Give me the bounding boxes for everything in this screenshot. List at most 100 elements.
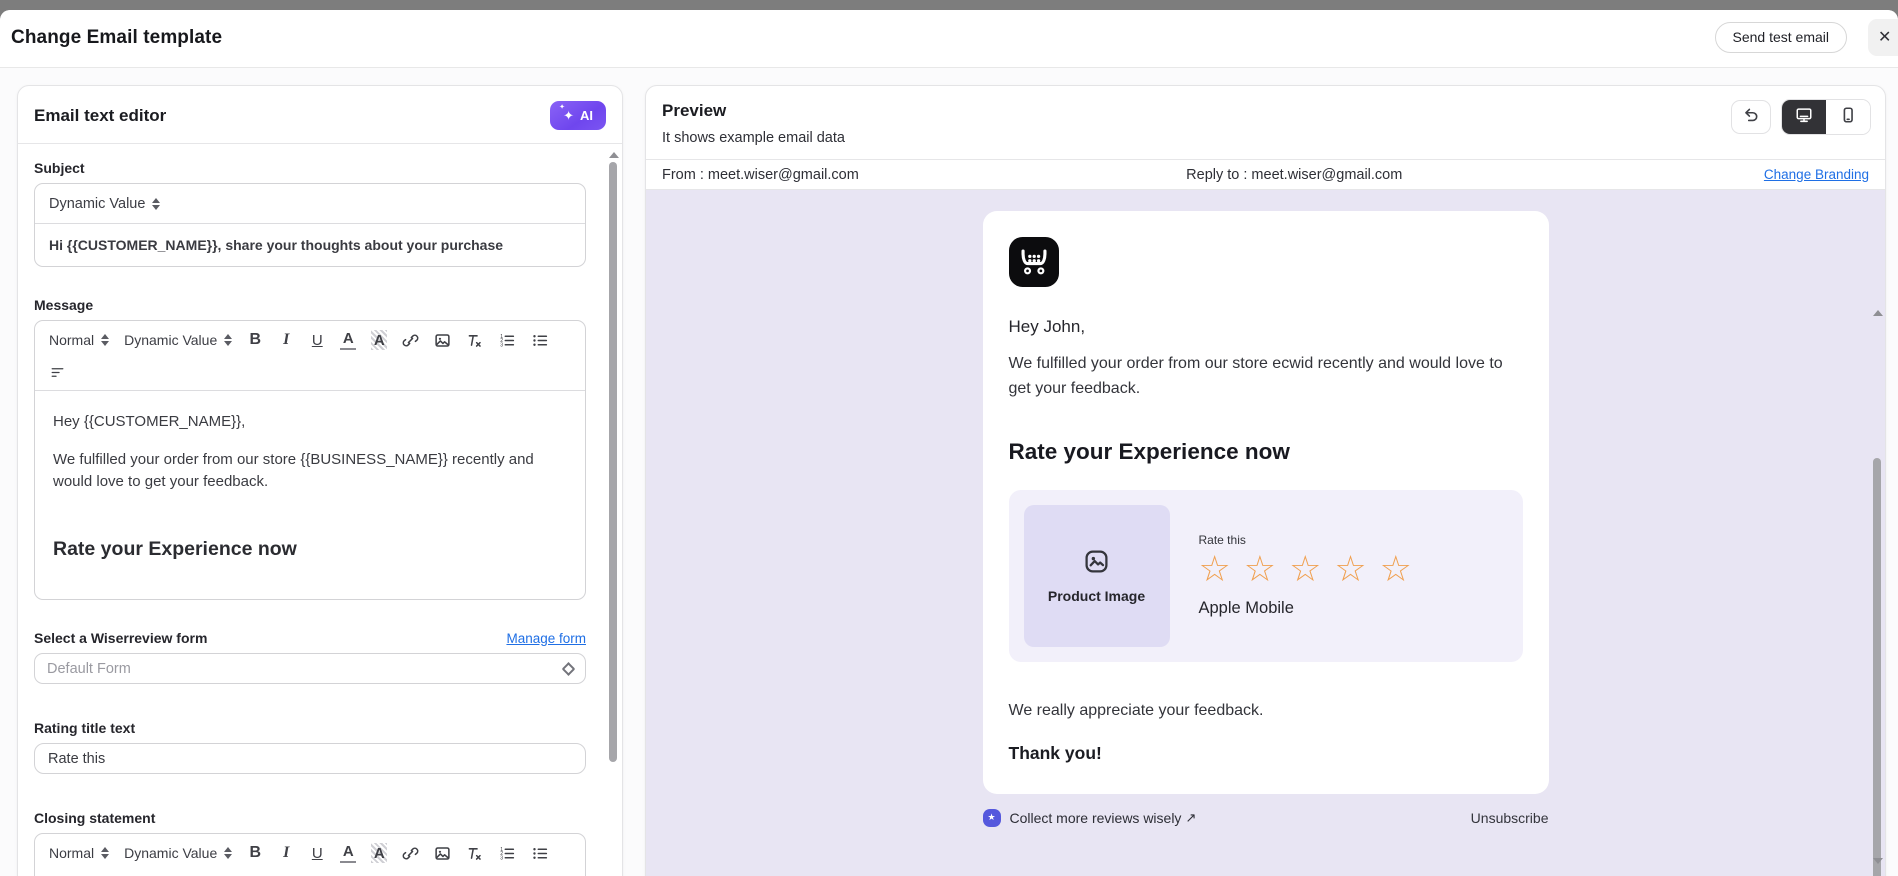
form-select-label: Select a Wiserreview form <box>34 630 207 646</box>
email-greeting: Hey John, <box>1009 317 1523 337</box>
form-select[interactable]: Default Form <box>34 653 586 684</box>
image-icon[interactable] <box>434 843 451 863</box>
desktop-icon <box>1794 106 1814 129</box>
scroll-down-icon[interactable] <box>1873 858 1883 864</box>
link-icon[interactable] <box>402 330 419 350</box>
svg-text:3: 3 <box>500 855 503 861</box>
email-text-editor-panel: Email text editor AI Subject Dynamic Val… <box>17 85 623 876</box>
close-icon[interactable] <box>1868 19 1898 56</box>
manage-form-link[interactable]: Manage form <box>506 631 586 646</box>
underline-icon[interactable]: U <box>309 330 325 350</box>
sparkle-icon <box>563 109 574 122</box>
italic-icon[interactable]: I <box>278 843 294 863</box>
subject-input[interactable] <box>35 224 585 266</box>
clear-format-icon[interactable] <box>466 330 483 350</box>
closing-toolbar: NormalDynamic ValueBIUAA123 <box>35 834 585 876</box>
editor-scrollbar[interactable] <box>607 150 619 876</box>
ordered-list-icon[interactable]: 123 <box>498 843 516 863</box>
change-branding-link[interactable]: Change Branding <box>1764 167 1869 182</box>
promo-link: Collect more reviews wisely <box>1010 810 1182 826</box>
scroll-up-icon[interactable] <box>1873 310 1883 316</box>
modal-header: Change Email template Send test email <box>0 10 1898 68</box>
sort-arrows-icon <box>101 334 109 346</box>
bold-icon[interactable]: B <box>247 843 263 863</box>
highlight-icon[interactable]: A <box>371 843 387 863</box>
desktop-view-button[interactable] <box>1782 100 1826 134</box>
message-content[interactable]: Hey {{CUSTOMER_NAME}}, We fulfilled your… <box>35 391 585 599</box>
rating-title-label: Rating title text <box>34 720 586 736</box>
paragraph-style-select[interactable]: Normal <box>49 332 109 348</box>
external-arrow-icon <box>1185 810 1196 826</box>
product-name: Apple Mobile <box>1199 599 1412 618</box>
sort-arrows-icon <box>224 847 232 859</box>
photo-icon <box>1083 548 1110 580</box>
ai-button-label: AI <box>580 108 593 123</box>
star-outline-icon: ☆ <box>1289 549 1321 589</box>
image-icon[interactable] <box>434 330 451 350</box>
message-label: Message <box>34 297 586 313</box>
closing-statement-label: Closing statement <box>34 810 586 826</box>
subject-label: Subject <box>34 160 586 176</box>
dynamic-value-select[interactable]: Dynamic Value <box>124 845 232 861</box>
dynamic-value-select[interactable]: Dynamic Value <box>124 332 232 348</box>
unsubscribe-link: Unsubscribe <box>1471 810 1549 826</box>
editor-header: Email text editor AI <box>18 86 622 143</box>
link-icon[interactable] <box>402 843 419 863</box>
sort-arrows-icon <box>224 334 232 346</box>
bold-icon[interactable]: B <box>247 330 263 350</box>
modal-sheet: Change Email template Send test email Em… <box>0 10 1898 876</box>
star-outline-icon: ☆ <box>1380 549 1412 589</box>
form-select-value: Default Form <box>47 661 131 677</box>
rate-this-label: Rate this <box>1199 533 1412 547</box>
scrollbar-thumb[interactable] <box>1873 458 1881 876</box>
italic-icon[interactable]: I <box>278 330 294 350</box>
wiserreview-star-icon <box>983 809 1001 827</box>
preview-body: Hey John, We fulfilled your order from o… <box>646 190 1885 876</box>
email-body-text: We fulfilled your order from our store e… <box>1009 352 1511 402</box>
undo-button[interactable] <box>1731 100 1771 134</box>
rating-stars: ☆☆☆☆☆ <box>1199 549 1412 589</box>
rating-title-input[interactable] <box>34 743 586 774</box>
text-color-icon[interactable]: A <box>340 843 356 863</box>
svg-text:3: 3 <box>500 342 503 348</box>
preview-subtitle: It shows example email data <box>662 130 1869 146</box>
star-outline-icon: ☆ <box>1199 549 1231 589</box>
paragraph-style-select[interactable]: Normal <box>49 845 109 861</box>
scrollbar-thumb[interactable] <box>609 162 617 762</box>
bullet-list-icon[interactable] <box>531 330 549 350</box>
preview-title: Preview <box>662 101 1869 121</box>
star-outline-icon: ☆ <box>1244 549 1276 589</box>
send-test-email-button[interactable]: Send test email <box>1715 22 1848 53</box>
ordered-list-icon[interactable]: 123 <box>498 330 516 350</box>
page-title: Change Email template <box>11 27 222 49</box>
dynamic-value-label: Dynamic Value <box>49 196 145 212</box>
preview-scrollbar[interactable] <box>1871 308 1883 876</box>
scroll-up-icon[interactable] <box>609 152 619 158</box>
closing-editor: NormalDynamic ValueBIUAA123 <box>34 833 586 876</box>
reply-to-address: Reply to : meet.wiser@gmail.com <box>1103 167 1486 183</box>
text-color-icon[interactable]: A <box>340 330 356 350</box>
underline-icon[interactable]: U <box>309 843 325 863</box>
subject-dynamic-value-select[interactable]: Dynamic Value <box>35 184 585 224</box>
bullet-list-icon[interactable] <box>531 843 549 863</box>
align-left-icon[interactable] <box>49 362 66 382</box>
preview-header: Preview It shows example email data <box>646 86 1885 146</box>
ai-button[interactable]: AI <box>550 101 606 130</box>
appreciation-text: We really appreciate your feedback. <box>1009 702 1523 720</box>
message-paragraph: Hey {{CUSTOMER_NAME}}, <box>53 411 567 434</box>
product-image-label: Product Image <box>1048 588 1145 604</box>
highlight-icon[interactable]: A <box>371 330 387 350</box>
email-heading: Rate your Experience now <box>1009 439 1523 465</box>
from-address: From : meet.wiser@gmail.com <box>662 167 1103 183</box>
screen: Change Email template Send test email Em… <box>0 0 1898 876</box>
editor-scroll-area: Subject Dynamic Value Message Normal Dyna… <box>18 144 622 876</box>
mobile-view-button[interactable] <box>1826 100 1870 134</box>
subject-box: Dynamic Value <box>34 183 586 267</box>
undo-icon <box>1742 106 1760 129</box>
chevron-updown-icon <box>563 662 573 676</box>
message-heading: Rate your Experience now <box>53 538 567 561</box>
clear-format-icon[interactable] <box>466 843 483 863</box>
mobile-icon <box>1839 106 1857 129</box>
email-footer: Collect more reviews wisely Unsubscribe <box>983 809 1549 827</box>
sort-arrows-icon <box>152 198 160 210</box>
